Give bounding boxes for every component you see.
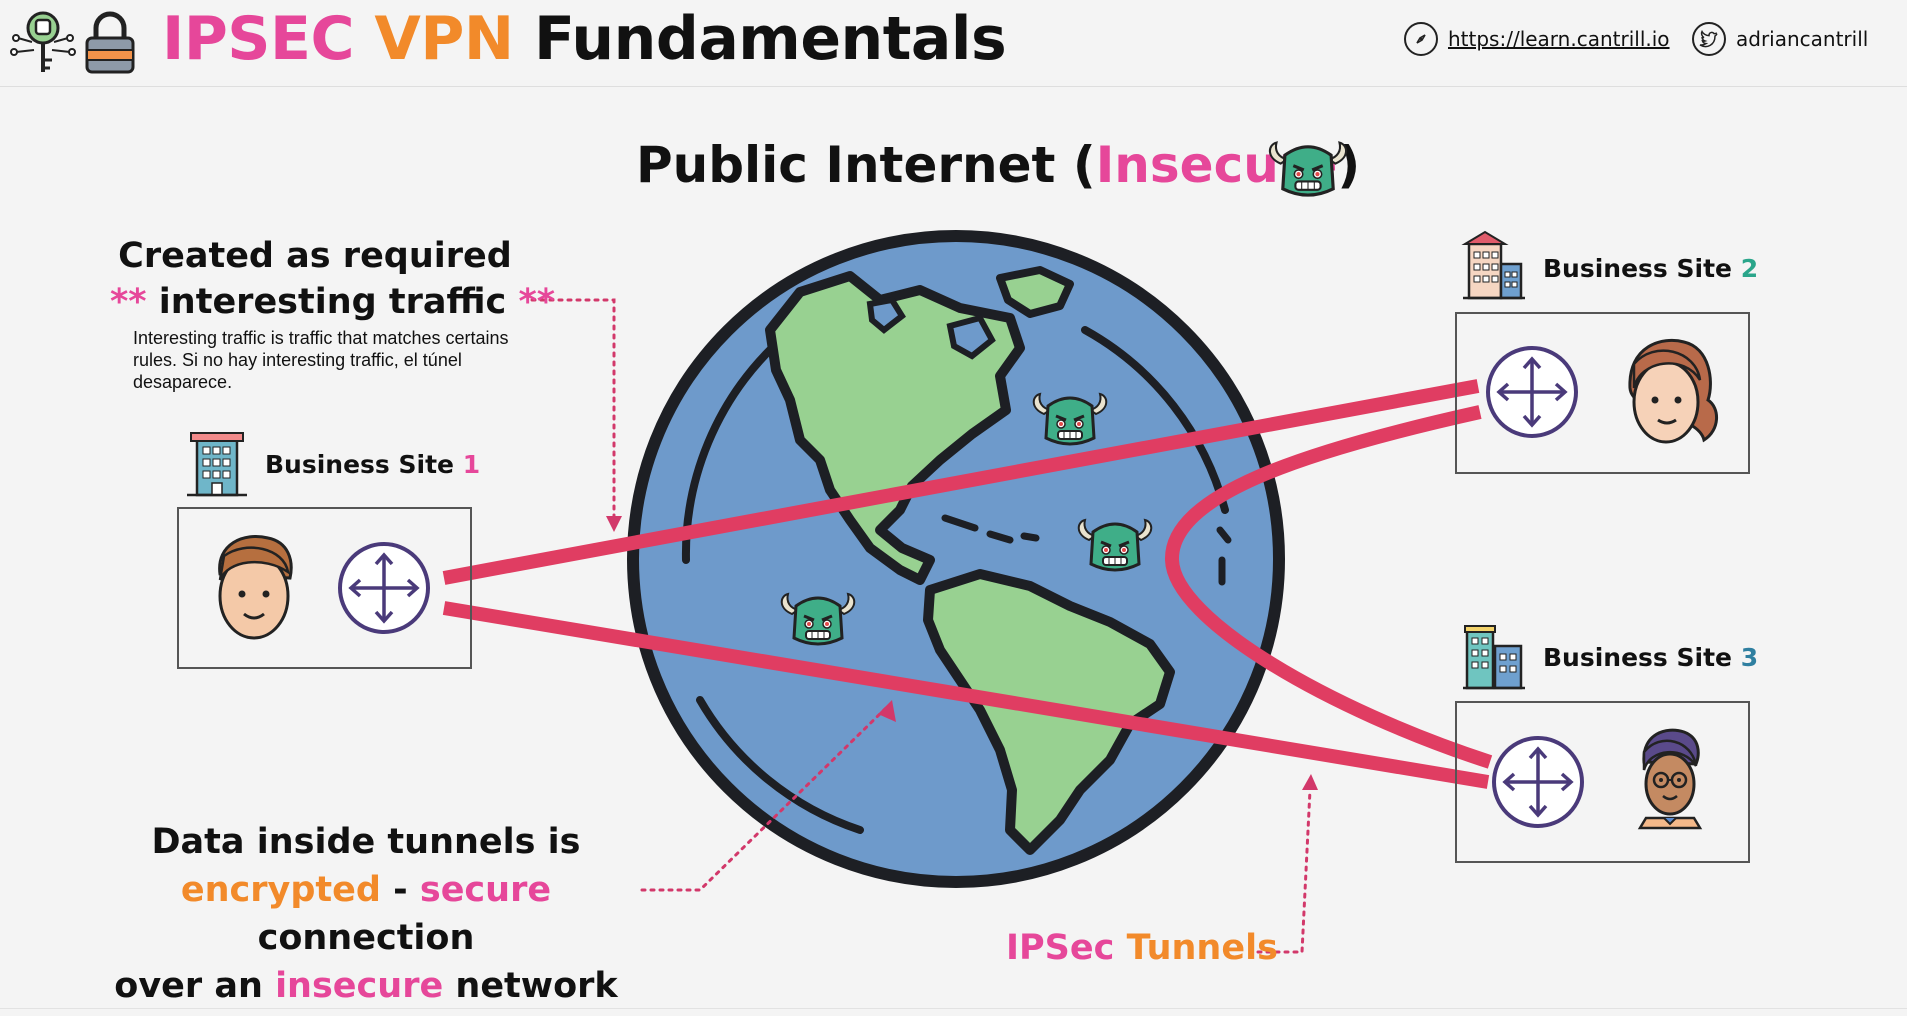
troll-monster-icon: [1268, 141, 1348, 197]
site-label-text: Business Site: [265, 450, 455, 479]
word-secure: secure: [419, 870, 552, 910]
site-number: 1: [462, 450, 481, 479]
site-label-3: Business Site 3: [1543, 643, 1758, 672]
ipsec-tunnels-label: IPSec Tunnels: [1006, 928, 1278, 968]
site-label-text: Business Site: [1543, 643, 1733, 672]
encryption-note: Data inside tunnels is encrypted - secur…: [78, 818, 654, 1010]
bottom-divider: [0, 1008, 1907, 1009]
site-label-text: Business Site: [1543, 254, 1733, 283]
interesting-traffic-line1: Created as required: [118, 236, 512, 276]
globe-icon: [627, 230, 1285, 888]
marks-left: **: [110, 282, 147, 322]
label-ipsec: IPSec: [1006, 928, 1115, 968]
interesting-traffic-text: interesting traffic: [158, 282, 507, 322]
interesting-traffic-description: Interesting traffic is traffic that matc…: [133, 328, 509, 392]
site-number: 2: [1740, 254, 1759, 283]
encryption-note-line1: Data inside tunnels is: [151, 822, 581, 862]
site-box-1: [177, 507, 472, 669]
label-tunnels: Tunnels: [1126, 928, 1278, 968]
interesting-traffic-line2: ** interesting traffic **: [110, 279, 555, 325]
site-label-2: Business Site 2: [1543, 254, 1758, 283]
words-over-an: over an: [114, 966, 263, 1006]
encryption-note-line3: over an insecure network: [78, 962, 654, 1010]
building-icon: [185, 431, 249, 497]
building-icon: [1461, 624, 1527, 690]
site-box-3: [1455, 701, 1750, 863]
word-network: network: [455, 966, 618, 1006]
site-box-2: [1455, 312, 1750, 474]
site-label-1: Business Site 1: [265, 450, 480, 479]
interesting-traffic-heading: Created as required ** interesting traff…: [110, 233, 555, 325]
site-number: 3: [1740, 643, 1759, 672]
marks-right: **: [518, 282, 556, 322]
word-connection: connection: [257, 918, 475, 958]
encryption-note-line2: encrypted - secure connection: [78, 866, 654, 962]
building-icon: [1461, 230, 1527, 300]
word-encrypted: encrypted: [180, 870, 381, 910]
word-insecure: insecure: [275, 966, 444, 1006]
dash: -: [393, 870, 408, 910]
